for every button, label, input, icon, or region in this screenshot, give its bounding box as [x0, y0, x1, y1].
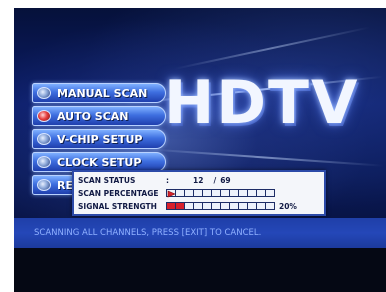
light-streak [173, 26, 370, 70]
light-streak [143, 148, 384, 167]
bullet-icon [37, 179, 51, 191]
scan-percentage-cell [166, 189, 176, 198]
footer-message: SCANNING ALL CHANNELS, PRESS [EXIT] TO C… [34, 228, 262, 238]
scan-percentage-cell [265, 189, 275, 197]
scan-status-label: SCAN STATUS [78, 175, 136, 185]
bullet-icon [37, 110, 51, 122]
menu-item-label: RE [57, 178, 73, 192]
scan-progress-dialog: SCAN STATUS : 12 / 69 SCAN PERCENTAGE SI… [72, 170, 326, 216]
menu-item-manual-scan[interactable]: MANUAL SCAN [32, 83, 166, 103]
signal-strength-value: 20% [279, 201, 297, 211]
menu-item-label: AUTO SCAN [57, 109, 129, 123]
menu-item-label: V-CHIP SETUP [57, 132, 143, 146]
scan-percentage-row: SCAN PERCENTAGE [78, 187, 275, 199]
scan-status-separator: / [213, 175, 217, 185]
scan-percentage-bar [166, 189, 275, 198]
bullet-icon [37, 133, 51, 145]
signal-strength-bar [166, 202, 275, 210]
signal-strength-cell [265, 202, 275, 210]
scan-status-row: SCAN STATUS : 12 / 69 [78, 174, 231, 186]
scan-status-colon: : [166, 175, 169, 185]
bullet-icon [37, 87, 51, 99]
signal-strength-label: SIGNAL STRENGTH [78, 201, 157, 211]
bullet-icon [37, 156, 51, 168]
hdtv-logo: HDTV [164, 68, 360, 138]
menu-item-clock-setup[interactable]: CLOCK SETUP [32, 152, 166, 172]
menu-item-v-chip-setup[interactable]: V-CHIP SETUP [32, 129, 166, 149]
menu-item-label: MANUAL SCAN [57, 86, 148, 100]
footer-status-bar: SCANNING ALL CHANNELS, PRESS [EXIT] TO C… [14, 218, 386, 248]
menu-item-auto-scan[interactable]: AUTO SCAN [32, 106, 166, 126]
progress-arrow-icon [167, 190, 176, 198]
tv-screen: HDTV MANUAL SCAN AUTO SCAN V-CHIP SETUP … [14, 8, 386, 292]
scan-status-current: 12 [193, 175, 204, 185]
scan-status-total: 69 [220, 175, 231, 185]
signal-strength-row: SIGNAL STRENGTH 20% [78, 200, 297, 212]
scan-percentage-label: SCAN PERCENTAGE [78, 188, 159, 198]
menu-item-label: CLOCK SETUP [57, 155, 142, 169]
